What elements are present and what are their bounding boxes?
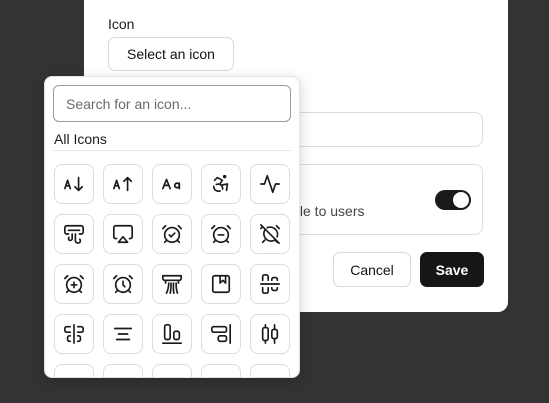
visibility-toggle[interactable] — [435, 190, 471, 210]
arrow-down-a-z-icon[interactable] — [54, 164, 94, 204]
toggle-description: ible to users — [289, 203, 365, 219]
activity-icon[interactable] — [250, 164, 290, 204]
align-center-vertical-icon[interactable] — [54, 314, 94, 354]
align-end-vertical-icon[interactable] — [201, 314, 241, 354]
align-center-icon[interactable] — [103, 314, 143, 354]
icon-cell-partial[interactable] — [201, 364, 241, 377]
alarm-minus-icon[interactable] — [201, 214, 241, 254]
alarm-clock-icon[interactable] — [103, 264, 143, 304]
airplay-icon[interactable] — [103, 214, 143, 254]
toggle-knob — [453, 192, 469, 208]
icon-cell-partial[interactable] — [103, 364, 143, 377]
cancel-button[interactable]: Cancel — [333, 252, 411, 287]
icon-field-label: Icon — [108, 16, 135, 32]
album-icon[interactable] — [201, 264, 241, 304]
case-sensitive-icon[interactable] — [152, 164, 192, 204]
text-field[interactable] — [284, 112, 483, 147]
alarm-smoke-icon[interactable] — [152, 264, 192, 304]
icon-grid — [54, 164, 290, 377]
align-end-horizontal-icon[interactable] — [152, 314, 192, 354]
alarm-off-icon[interactable] — [250, 214, 290, 254]
accessibility-icon[interactable] — [201, 164, 241, 204]
icon-cell-partial[interactable] — [54, 364, 94, 377]
align-center-horizontal-icon[interactable] — [250, 264, 290, 304]
align-horizontal-distribute-icon[interactable] — [250, 314, 290, 354]
icon-picker-popover: All Icons — [44, 76, 300, 378]
alarm-plus-icon[interactable] — [54, 264, 94, 304]
visibility-toggle-card: ible to users — [284, 164, 483, 235]
arrow-up-a-z-icon[interactable] — [103, 164, 143, 204]
icon-cell-partial[interactable] — [152, 364, 192, 377]
divider — [53, 150, 291, 151]
air-vent-icon[interactable] — [54, 214, 94, 254]
select-icon-button[interactable]: Select an icon — [108, 37, 234, 71]
all-icons-heading: All Icons — [54, 131, 107, 147]
alarm-check-icon[interactable] — [152, 214, 192, 254]
icon-search-input[interactable] — [53, 85, 291, 122]
icon-cell-partial[interactable] — [250, 364, 290, 377]
save-button[interactable]: Save — [420, 252, 484, 287]
